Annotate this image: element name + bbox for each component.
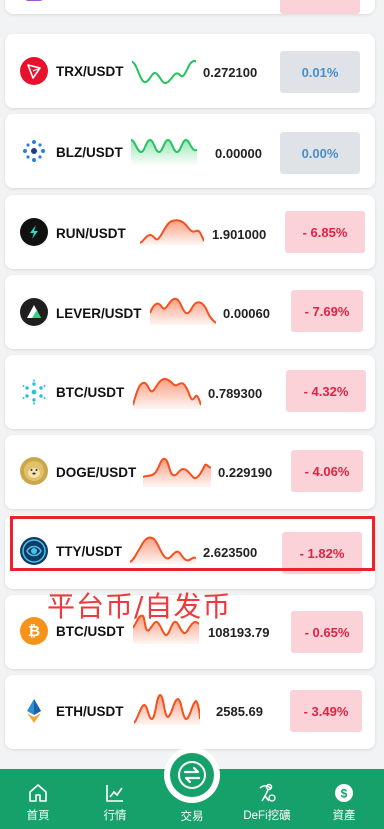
change-badge: - 3.49% [290, 690, 362, 732]
purple-coin-icon [25, 0, 43, 1]
pair-name: TRX/USDT [56, 64, 124, 79]
bluzelle-logo-icon [20, 137, 48, 165]
bitcoin-logo-icon: ₿ [20, 617, 48, 645]
last-price: 0.272100 [203, 65, 258, 80]
tron-logo-icon [20, 57, 48, 85]
ethereum-logo-icon [20, 697, 48, 725]
pair-name: LEVER/USDT [56, 306, 142, 321]
last-price: 108193.79 [208, 625, 270, 640]
sparkline-chart [140, 219, 204, 245]
last-price: 2585.69 [216, 704, 263, 719]
change-badge: - 0.65% [291, 611, 363, 653]
tab-defi[interactable]: DeFi挖礦 [232, 769, 302, 829]
sparkline-chart [143, 457, 211, 487]
pair-name: BTC/USDT [56, 385, 125, 400]
last-price: 0.789300 [208, 386, 263, 401]
change-badge: - 4.32% [286, 370, 366, 412]
sparkline-chart [134, 693, 200, 725]
change-badge: 0.01% [280, 51, 360, 93]
tab-trade-label: 交易 [180, 811, 204, 823]
pair-name: RUN/USDT [56, 226, 126, 241]
tab-assets[interactable]: $ 資產 [309, 769, 379, 829]
tab-label: 行情 [103, 810, 127, 822]
sparkline-chart [131, 138, 197, 166]
annotation-label: 平台币/自发币 [47, 590, 232, 623]
sparkline-chart [150, 297, 216, 325]
last-price: 0.229190 [218, 465, 273, 480]
market-row-lever[interactable]: LEVER/USDT 0.00060 - 7.69% [5, 275, 375, 349]
change-badge: - 4.06% [291, 450, 363, 492]
chart-icon [106, 785, 123, 802]
tab-home[interactable]: 首頁 [3, 769, 73, 829]
doge-logo-icon [20, 457, 48, 485]
highlight-box [10, 516, 375, 571]
run-logo-icon [20, 218, 48, 246]
change-badge: 0.00% [280, 132, 360, 174]
change-badge: - 6.85% [285, 211, 365, 253]
trade-button[interactable] [164, 747, 220, 803]
market-row-btc-1[interactable]: BTC/USDT 0.789300 - 4.32% [5, 355, 375, 429]
lever-logo-icon [20, 298, 48, 326]
sparkline-chart [132, 59, 196, 84]
market-row-eth[interactable]: ETH/USDT 2585.69 - 3.49% [5, 675, 375, 749]
market-row-doge[interactable]: DOGE/USDT 0.229190 - 4.06% [5, 435, 375, 509]
tab-label: 首頁 [26, 810, 50, 822]
last-price: 0.00000 [215, 146, 262, 161]
change-badge [280, 0, 360, 14]
last-price: 1.901000 [212, 227, 267, 242]
tab-label: 資產 [332, 810, 356, 822]
market-row-top[interactable] [5, 0, 375, 14]
svg-text:$: $ [341, 787, 348, 801]
sparkline-chart [133, 377, 201, 409]
tab-label: DeFi挖礦 [243, 810, 291, 822]
pair-name: ETH/USDT [56, 704, 124, 719]
tab-market[interactable]: 行情 [80, 769, 150, 829]
pair-name: BLZ/USDT [56, 145, 123, 160]
pair-name: BTC/USDT [56, 624, 125, 639]
change-badge: - 7.69% [291, 290, 363, 332]
market-row-run[interactable]: RUN/USDT 1.901000 - 6.85% [5, 195, 375, 269]
dollar-icon: $ [335, 784, 353, 802]
cardano-style-logo-icon [20, 378, 48, 406]
market-row-trx[interactable]: TRX/USDT 0.272100 0.01% [5, 34, 375, 108]
miner-icon [259, 783, 276, 802]
pair-name: DOGE/USDT [56, 465, 137, 480]
market-row-blz[interactable]: BLZ/USDT 0.00000 0.00% [5, 114, 375, 188]
last-price: 0.00060 [223, 306, 270, 321]
home-icon [29, 784, 47, 802]
swap-icon [170, 753, 214, 797]
